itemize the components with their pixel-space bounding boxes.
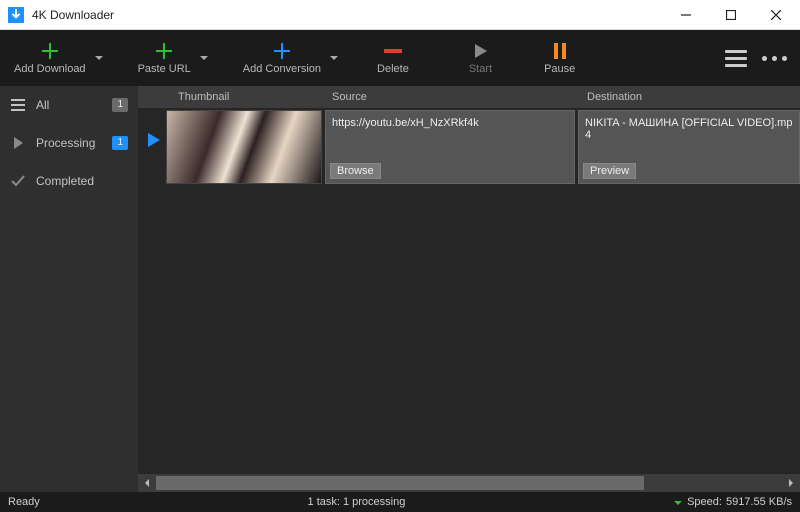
status-speed: Speed: 5917.55 KB/s bbox=[673, 496, 792, 508]
sidebar-all-count: 1 bbox=[112, 98, 128, 112]
add-download-label: Add Download bbox=[14, 62, 86, 76]
table-row[interactable]: https://youtu.be/xH_NzXRkf4k Browse NIKI… bbox=[138, 108, 800, 184]
more-button[interactable] bbox=[756, 32, 792, 84]
horizontal-scrollbar[interactable] bbox=[138, 474, 800, 492]
col-source[interactable]: Source bbox=[326, 91, 581, 103]
sidebar-processing-count: 1 bbox=[112, 136, 128, 150]
sidebar-completed-label: Completed bbox=[36, 174, 128, 188]
col-destination[interactable]: Destination bbox=[581, 91, 800, 103]
add-conversion-label: Add Conversion bbox=[243, 62, 321, 76]
minimize-button[interactable] bbox=[663, 0, 708, 30]
sidebar: All 1 Processing 1 Completed bbox=[0, 86, 138, 492]
scroll-right-button[interactable] bbox=[782, 474, 800, 492]
status-ready: Ready bbox=[8, 496, 40, 508]
window-title: 4K Downloader bbox=[32, 8, 114, 22]
destination-text: NIKITA - МАШИНА [OFFICIAL VIDEO].mp4 bbox=[585, 117, 793, 141]
paste-url-dropdown[interactable] bbox=[197, 32, 211, 84]
preview-button[interactable]: Preview bbox=[583, 163, 636, 179]
maximize-button[interactable] bbox=[708, 0, 753, 30]
destination-cell: NIKITA - МАШИНА [OFFICIAL VIDEO].mp4 Pre… bbox=[578, 110, 800, 184]
start-button[interactable]: Start bbox=[463, 32, 498, 84]
sidebar-item-processing[interactable]: Processing 1 bbox=[0, 124, 138, 162]
delete-button[interactable]: Delete bbox=[371, 32, 415, 84]
close-button[interactable] bbox=[753, 0, 798, 30]
sidebar-processing-label: Processing bbox=[36, 136, 102, 150]
menu-button[interactable] bbox=[718, 32, 754, 84]
scroll-left-button[interactable] bbox=[138, 474, 156, 492]
add-conversion-dropdown[interactable] bbox=[327, 32, 341, 84]
column-headers: Thumbnail Source Destination bbox=[138, 86, 800, 108]
main-panel: Thumbnail Source Destination https://you… bbox=[138, 86, 800, 492]
scrollbar-track[interactable] bbox=[156, 474, 782, 492]
pause-button[interactable]: Pause bbox=[538, 32, 581, 84]
add-conversion-button[interactable]: Add Conversion bbox=[237, 32, 327, 84]
thumbnail-cell bbox=[166, 110, 322, 184]
delete-label: Delete bbox=[377, 62, 409, 76]
download-icon bbox=[673, 497, 683, 507]
paste-url-button[interactable]: Paste URL bbox=[132, 32, 197, 84]
content-area: All 1 Processing 1 Completed Thumbnail S… bbox=[0, 86, 800, 492]
sidebar-item-all[interactable]: All 1 bbox=[0, 86, 138, 124]
check-icon bbox=[10, 175, 26, 187]
add-download-button[interactable]: Add Download bbox=[8, 32, 92, 84]
start-label: Start bbox=[469, 62, 492, 76]
speed-label: Speed: bbox=[687, 496, 722, 508]
title-bar: 4K Downloader bbox=[0, 0, 800, 30]
pause-label: Pause bbox=[544, 62, 575, 76]
paste-url-label: Paste URL bbox=[138, 62, 191, 76]
status-tasks: 1 task: 1 processing bbox=[308, 496, 406, 508]
app-logo-icon bbox=[8, 7, 24, 23]
source-cell: https://youtu.be/xH_NzXRkf4k Browse bbox=[325, 110, 575, 184]
status-bar: Ready 1 task: 1 processing Speed: 5917.5… bbox=[0, 492, 800, 512]
thumbnail-image bbox=[167, 111, 321, 183]
add-download-dropdown[interactable] bbox=[92, 32, 106, 84]
play-icon bbox=[10, 137, 26, 149]
browse-button[interactable]: Browse bbox=[330, 163, 381, 179]
row-status-icon bbox=[140, 110, 166, 148]
toolbar: Add Download Paste URL Add Conversion De… bbox=[0, 30, 800, 86]
list-icon bbox=[10, 99, 26, 111]
scrollbar-thumb[interactable] bbox=[156, 476, 644, 490]
source-text: https://youtu.be/xH_NzXRkf4k bbox=[332, 117, 568, 129]
sidebar-all-label: All bbox=[36, 98, 102, 112]
col-thumbnail[interactable]: Thumbnail bbox=[166, 91, 326, 103]
sidebar-item-completed[interactable]: Completed bbox=[0, 162, 138, 200]
speed-value: 5917.55 KB/s bbox=[726, 496, 792, 508]
